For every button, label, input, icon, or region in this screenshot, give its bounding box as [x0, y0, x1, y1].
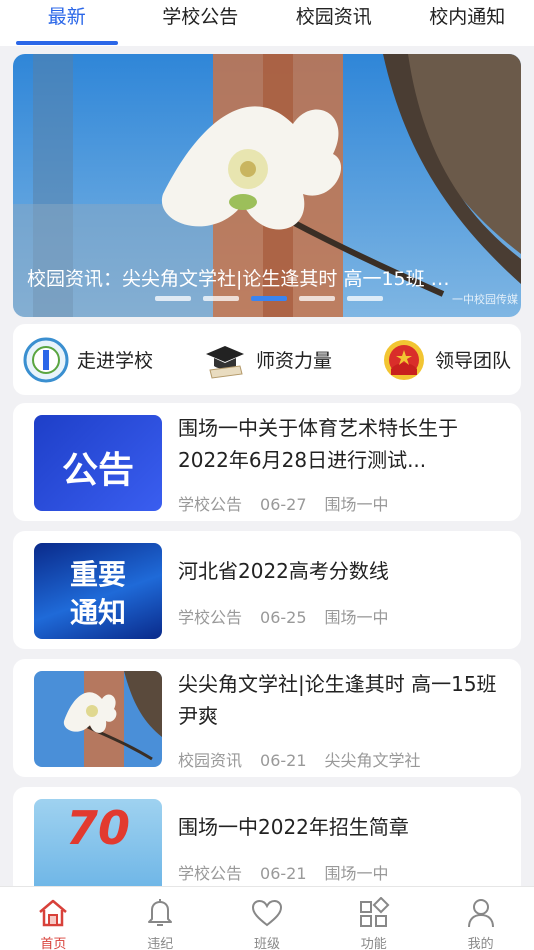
grid-icon — [359, 897, 390, 927]
news-title: 围场一中2022年招生简章 — [178, 815, 409, 839]
nav-functions[interactable]: 功能 — [320, 887, 427, 950]
tab-internal-notices[interactable]: 校内通知 — [401, 0, 534, 46]
banner-carousel[interactable]: 校园资讯：尖尖角文学社|论生逢其时 高一15班 尹爽 — [13, 54, 521, 317]
tab-latest[interactable]: 最新 — [0, 0, 134, 46]
carousel-indicator — [155, 296, 383, 301]
nav-label: 功能 — [360, 937, 387, 950]
news-thumbnail — [34, 671, 162, 767]
banner-caption: 校园资讯：尖尖角文学社|论生逢其时 高一15班 尹爽 — [27, 268, 469, 290]
news-card[interactable]: 公告 围场一中关于体育艺术特长生于2022年6月28日进行测试... 学校公告 0… — [13, 403, 521, 521]
carousel-dot-active[interactable] — [251, 296, 287, 301]
news-card[interactable]: 尖尖角文学社|论生逢其时 高一15班 尹爽 校园资讯 06-21 尖尖角文学社 — [13, 659, 521, 777]
news-date: 06-25 — [260, 608, 307, 627]
quick-link-leadership[interactable]: 领导团队 — [381, 337, 511, 383]
news-thumbnail: 公告 — [34, 415, 162, 511]
bottom-nav: 首页 违纪 班级 功能 我的 — [0, 886, 534, 950]
news-meta: 校园资讯 06-21 尖尖角文学社 — [178, 747, 439, 771]
thumbnail-text: 重要 — [69, 558, 126, 591]
news-title: 河北省2022高考分数线 — [178, 559, 389, 583]
carousel-dot[interactable] — [299, 296, 335, 301]
carousel-dot[interactable] — [203, 296, 239, 301]
heart-icon — [251, 899, 282, 927]
youth-league-badge-icon — [383, 339, 424, 380]
nav-label: 班级 — [253, 937, 280, 950]
news-category: 学校公告 — [178, 495, 243, 514]
news-title: 尖尖角文学社|论生逢其时 高一15班 尹爽 — [178, 672, 497, 728]
news-meta: 学校公告 06-25 围场一中 — [178, 604, 407, 628]
thumbnail-text: 通知 — [69, 596, 126, 629]
top-tab-bar: 最新 学校公告 校园资讯 校内通知 — [0, 0, 534, 46]
news-category: 校园资讯 — [178, 751, 243, 770]
bell-icon — [148, 899, 173, 926]
news-date: 06-27 — [260, 495, 307, 514]
school-emblem-icon — [23, 337, 69, 382]
news-card[interactable]: 重要 通知 河北省2022高考分数线 学校公告 06-25 围场一中 — [13, 531, 521, 649]
news-date: 06-21 — [260, 751, 307, 770]
quick-link-faculty[interactable]: 师资力量 — [202, 340, 332, 380]
news-source: 围场一中 — [324, 608, 389, 627]
carousel-dot[interactable] — [155, 296, 191, 301]
blossom-photo — [34, 671, 162, 767]
nav-label: 违纪 — [147, 937, 174, 950]
news-title: 围场一中关于体育艺术特长生于2022年6月28日进行测试... — [178, 416, 458, 472]
user-icon — [467, 899, 494, 928]
nav-label: 首页 — [40, 937, 67, 950]
carousel-dot[interactable] — [347, 296, 383, 301]
quick-link-about-school[interactable]: 走进学校 — [23, 337, 153, 383]
thumbnail-text: 70 — [65, 801, 130, 855]
quick-link-label: 领导团队 — [434, 350, 511, 372]
nav-home[interactable]: 首页 — [0, 887, 107, 950]
tab-school-announcements[interactable]: 学校公告 — [134, 0, 268, 46]
news-source: 尖尖角文学社 — [324, 751, 421, 770]
news-meta: 学校公告 06-21 围场一中 — [178, 860, 407, 884]
nav-violations[interactable]: 违纪 — [107, 887, 214, 950]
news-category: 学校公告 — [178, 864, 243, 883]
banner-watermark: 一中校园传媒 — [452, 293, 518, 306]
news-date: 06-21 — [260, 864, 307, 883]
news-card[interactable]: 70 围场一中2022年招生简章 学校公告 06-21 围场一中 — [13, 787, 521, 897]
news-thumbnail: 重要 通知 — [34, 543, 162, 639]
home-icon — [39, 899, 68, 927]
nav-class[interactable]: 班级 — [214, 887, 321, 950]
thumbnail-text: 公告 — [61, 450, 134, 491]
nav-label: 我的 — [467, 937, 494, 950]
nav-profile[interactable]: 我的 — [427, 887, 534, 950]
news-meta: 学校公告 06-27 围场一中 — [178, 491, 407, 515]
news-thumbnail: 70 — [34, 799, 162, 895]
news-source: 围场一中 — [324, 495, 389, 514]
news-category: 学校公告 — [178, 608, 243, 627]
graduation-cap-icon — [205, 345, 244, 379]
quick-link-label: 走进学校 — [77, 350, 154, 372]
tab-campus-news[interactable]: 校园资讯 — [267, 0, 401, 46]
quick-links: 走进学校 师资力量 领导团队 — [13, 324, 521, 395]
quick-link-label: 师资力量 — [255, 350, 332, 372]
news-source: 围场一中 — [324, 864, 389, 883]
